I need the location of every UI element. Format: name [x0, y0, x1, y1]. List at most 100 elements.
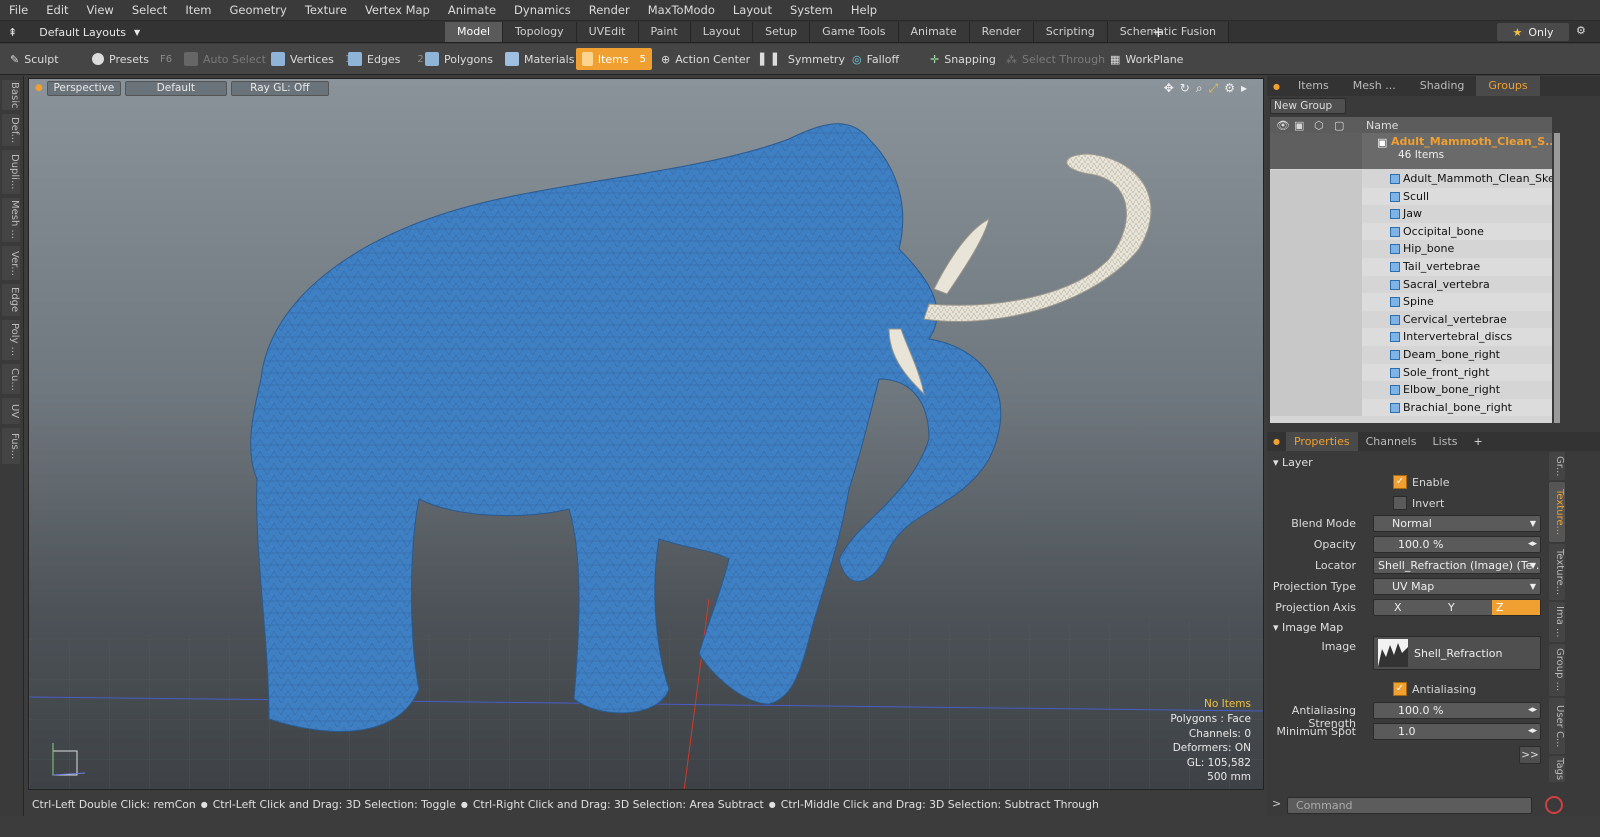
tree-item[interactable]: Sacral_vertebra [1270, 275, 1552, 294]
side-tab-1[interactable]: Texture... [1549, 482, 1565, 542]
row-visibility-cells[interactable] [1270, 398, 1362, 417]
menu-item-edit[interactable]: Edit [37, 3, 77, 17]
new-group-button[interactable]: New Group [1270, 98, 1346, 114]
left-tab-2[interactable]: Dupli... [2, 150, 20, 194]
axis-y-button[interactable]: Y [1438, 600, 1492, 615]
enable-checkbox[interactable]: ✓ [1393, 475, 1407, 489]
tree-item[interactable]: Hip_bone [1270, 240, 1552, 258]
menu-item-select[interactable]: Select [123, 3, 176, 17]
menu-item-vertex-map[interactable]: Vertex Map [356, 3, 439, 17]
left-tab-5[interactable]: Edge [2, 284, 20, 316]
row-visibility-cells[interactable] [1270, 310, 1362, 329]
projection-type-select[interactable]: UV Map ▼ [1373, 578, 1541, 595]
tree-item[interactable]: Elbow_bone_right [1270, 381, 1552, 399]
left-tab-8[interactable]: UV [2, 398, 20, 424]
left-tab-7[interactable]: Cu... [2, 364, 20, 394]
tab-game-tools[interactable]: Game Tools [810, 22, 899, 42]
lock-icon[interactable]: ▣ [1294, 119, 1314, 132]
menu-item-help[interactable]: Help [842, 3, 886, 17]
side-tab-2[interactable]: Texture... [1549, 544, 1565, 600]
antialiasing-checkbox[interactable]: ✓ [1393, 682, 1407, 696]
tab-schematic-fusion[interactable]: Schematic Fusion [1107, 22, 1230, 42]
row-visibility-cells[interactable] [1270, 328, 1362, 346]
left-tab-4[interactable]: Ver... [2, 246, 20, 280]
eye-icon[interactable]: 👁 [1276, 119, 1294, 132]
menu-item-render[interactable]: Render [580, 3, 639, 17]
tree-item[interactable]: Intervertebral_discs [1270, 328, 1552, 346]
row-visibility-cells[interactable] [1270, 363, 1362, 382]
tree-item[interactable]: Brachial_bone_right [1270, 398, 1552, 417]
tree-item[interactable]: Occipital_bone [1270, 222, 1552, 241]
row-visibility-cells[interactable] [1270, 293, 1362, 311]
row-visibility-cells[interactable] [1270, 258, 1362, 276]
pan-icon[interactable]: ✥ [1164, 81, 1174, 96]
falloff-button[interactable]: ◎ Falloff [846, 48, 905, 70]
menu-item-animate[interactable]: Animate [439, 3, 505, 17]
command-input[interactable]: Command [1287, 797, 1532, 814]
tab-model[interactable]: Model [445, 22, 504, 42]
menu-item-texture[interactable]: Texture [296, 3, 356, 17]
tree-item[interactable]: Jaw [1270, 205, 1552, 223]
tree-item[interactable]: Tail_vertebrae [1270, 258, 1552, 276]
locator-select[interactable]: Shell_Refraction (Image) (Te ... ▼ [1373, 557, 1541, 574]
spinner-icon[interactable]: ◂▸ [1528, 537, 1537, 552]
viewport-menu-icon[interactable]: ● [35, 83, 43, 93]
spinner-icon[interactable]: ◂▸ [1528, 724, 1537, 739]
row-visibility-cells[interactable] [1270, 381, 1362, 399]
min-spot-field[interactable]: 1.0 ◂▸ [1373, 723, 1541, 740]
shading-mode-button[interactable]: Default [124, 80, 227, 96]
left-tab-6[interactable]: Poly ... [2, 320, 20, 360]
raygl-button[interactable]: Ray GL: Off [230, 80, 329, 96]
panel-menu-icon[interactable]: ● [1267, 82, 1286, 91]
snapping-button[interactable]: ✛ Snapping [924, 48, 1002, 70]
layout-selector[interactable]: ⇞ Default Layouts ▼ [8, 21, 140, 43]
select-through-button[interactable]: ⁂ Select Through [1000, 48, 1111, 70]
fit-icon[interactable]: ⤢ [1209, 81, 1219, 96]
gear-icon[interactable]: ⚙ [1576, 24, 1586, 37]
gear-icon[interactable]: ⚙ [1224, 81, 1235, 96]
menu-item-maxtomodo[interactable]: MaxToModo [639, 3, 724, 17]
spinner-icon[interactable]: ◂▸ [1528, 703, 1537, 718]
action-center-button[interactable]: ⊕ Action Center [655, 48, 756, 70]
row-visibility-cells[interactable] [1270, 346, 1362, 364]
menu-item-file[interactable]: File [0, 3, 37, 17]
side-tab-0[interactable]: Gr... [1549, 452, 1565, 480]
tree-item[interactable]: Spine [1270, 293, 1552, 311]
tree-item[interactable]: Cervical_vertebrae [1270, 310, 1552, 329]
left-tab-3[interactable]: Mesh ... [2, 198, 20, 242]
sculpt-button[interactable]: ✎ Sculpt [4, 48, 65, 70]
expand-icon[interactable]: ▸ [1241, 81, 1247, 96]
row-visibility-cells[interactable] [1270, 187, 1362, 206]
props-tab-2[interactable]: Lists [1424, 432, 1465, 451]
tree-item[interactable]: Adult_Mammoth_Clean_Skel... [1270, 170, 1552, 188]
render-icon[interactable]: ▢ [1334, 119, 1358, 132]
tab-uvedit[interactable]: UVEdit [576, 22, 639, 42]
side-tab-6[interactable]: Tags [1549, 756, 1565, 782]
materials-button[interactable]: Materials [499, 48, 580, 70]
props-tab-0[interactable]: Properties [1285, 432, 1358, 451]
left-tab-1[interactable]: Def... [2, 114, 20, 146]
record-icon[interactable] [1545, 796, 1563, 814]
tab-animate[interactable]: Animate [898, 22, 970, 42]
items-tab-3[interactable]: Groups [1476, 76, 1540, 96]
items-tab-2[interactable]: Shading [1408, 76, 1477, 96]
blend-mode-select[interactable]: Normal ▼ [1373, 515, 1541, 532]
add-tab-icon[interactable]: + [1465, 435, 1490, 448]
tab-topology[interactable]: Topology [503, 22, 577, 42]
row-visibility-cells[interactable] [1270, 222, 1362, 241]
axis-x-button[interactable]: X [1374, 600, 1438, 615]
only-button[interactable]: ★ Only [1497, 23, 1569, 41]
add-tab-icon[interactable]: + [1152, 23, 1165, 41]
rotate-icon[interactable]: ↻ [1180, 81, 1190, 96]
workplane-button[interactable]: ▦ WorkPlane [1104, 48, 1189, 70]
invert-checkbox[interactable] [1393, 496, 1407, 510]
left-tab-0[interactable]: Basic [2, 80, 20, 110]
props-tab-1[interactable]: Channels [1358, 432, 1425, 451]
tab-scripting[interactable]: Scripting [1033, 22, 1108, 42]
menu-item-dynamics[interactable]: Dynamics [505, 3, 580, 17]
zoom-icon[interactable]: ⌕ [1196, 81, 1203, 96]
tree-item[interactable]: Scull [1270, 187, 1552, 206]
view-mode-button[interactable]: Perspective [46, 80, 121, 96]
tab-render[interactable]: Render [969, 22, 1034, 42]
polygons-button[interactable]: Polygons [419, 48, 499, 70]
